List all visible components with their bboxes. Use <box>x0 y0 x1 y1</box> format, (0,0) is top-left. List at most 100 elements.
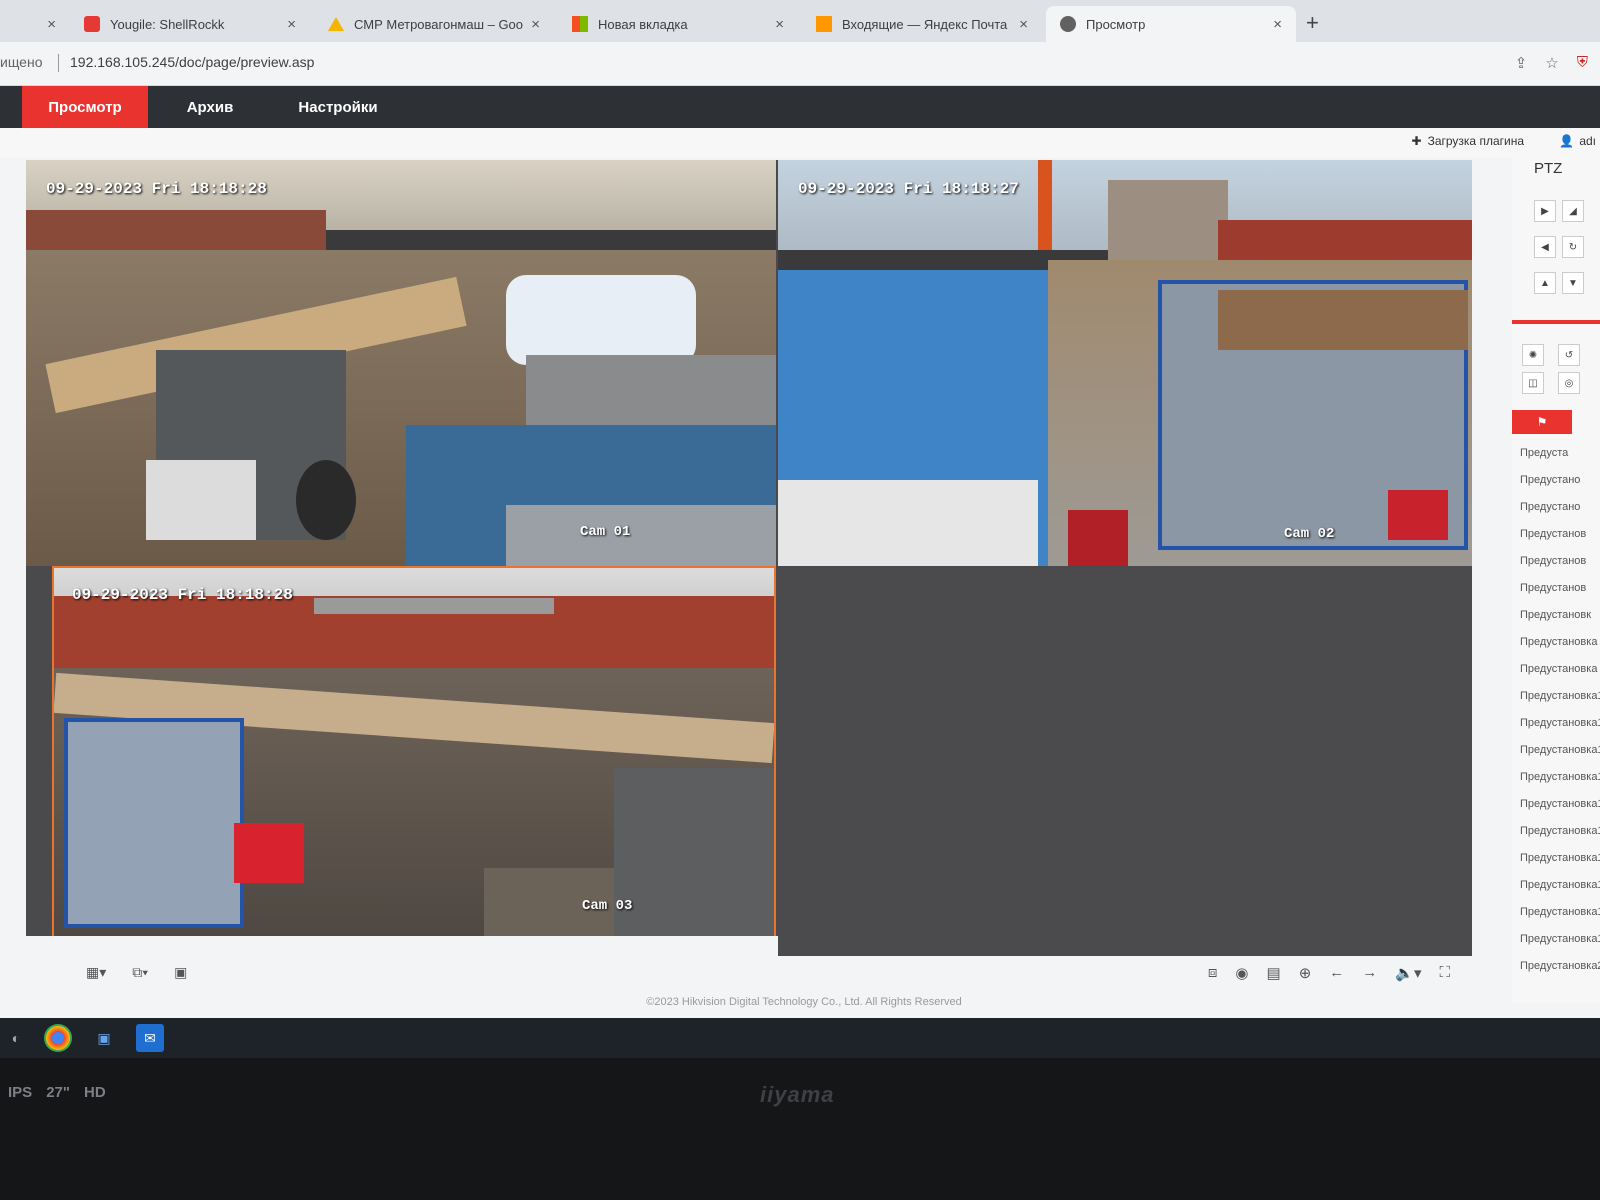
preset-item[interactable]: Предустановка13 <box>1512 764 1600 790</box>
preset-item[interactable]: Предустановка16 <box>1512 845 1600 871</box>
ptz-right-icon[interactable]: ▶ <box>1534 200 1556 222</box>
white-cabin-wall <box>778 480 1038 566</box>
tab-new[interactable]: Новая вкладка × <box>558 6 798 42</box>
ptz-wiper-icon[interactable]: ↺ <box>1558 344 1580 366</box>
stop-all-icon[interactable]: ⧈ <box>1208 964 1218 982</box>
camera-pane-2[interactable]: 09-29-2023 Fri 18:18:27 Cam 02 <box>778 160 1472 566</box>
ptz-up-right-icon[interactable]: ◢ <box>1562 200 1584 222</box>
tab-close-icon[interactable]: × <box>1273 16 1282 33</box>
preset-item[interactable]: Предустановка18 <box>1512 899 1600 925</box>
tab-preview[interactable]: Просмотр × <box>1046 6 1296 42</box>
tab-close-icon[interactable]: × <box>775 16 784 33</box>
yougile-icon <box>84 16 100 32</box>
zoom-icon[interactable]: ⊕ <box>1299 964 1312 982</box>
prev-page-icon[interactable]: ← <box>1329 964 1344 982</box>
ptz-iris-icon[interactable]: ◎ <box>1558 372 1580 394</box>
preset-item[interactable]: Предустановка14 <box>1512 791 1600 817</box>
ptz-focus-icon[interactable]: ◫ <box>1522 372 1544 394</box>
preset-item[interactable]: Предустанов <box>1512 548 1600 574</box>
camera-pane-3[interactable]: 09-29-2023 Fri 18:18:28 Cam 03 <box>52 566 776 938</box>
bookmark-star-icon[interactable]: ☆ <box>1545 54 1558 72</box>
preset-item[interactable]: Предустановка19 <box>1512 926 1600 952</box>
ptz-title: PTZ <box>1534 160 1563 177</box>
tab-close-icon[interactable]: × <box>1019 16 1028 33</box>
preset-tab-flag-icon[interactable]: ⚑ <box>1512 410 1572 434</box>
layout-grid-icon[interactable]: ▦▾ <box>86 964 106 981</box>
record-icon[interactable]: ▤ <box>1267 964 1281 982</box>
preset-item[interactable]: Предустановка15 <box>1512 818 1600 844</box>
tab-google-drive[interactable]: СМР Метровагонмаш – Google × <box>314 6 554 42</box>
ptz-rotate-icon[interactable]: ↻ <box>1562 236 1584 258</box>
window-split-icon[interactable]: ⧉▾ <box>132 964 148 981</box>
red-fire-box <box>234 823 304 883</box>
sub-header: ✚ Загрузка плагина 👤 adı <box>0 128 1600 158</box>
spec-size: 27" <box>46 1084 70 1101</box>
preset-item[interactable]: Предуста <box>1512 440 1600 466</box>
empty-camera-pane[interactable] <box>778 568 1472 956</box>
tab-close-icon[interactable]: × <box>531 16 540 33</box>
preset-item[interactable]: Предустановка1 <box>1512 710 1600 736</box>
ptz-left-icon[interactable]: ◀ <box>1534 236 1556 258</box>
app-navigation: Просмотр Архив Настройки <box>0 86 1600 128</box>
volume-icon[interactable]: 🔈▾ <box>1395 964 1421 982</box>
ptz-light-icon[interactable]: ✺ <box>1522 344 1544 366</box>
outlook-icon[interactable]: ✉ <box>136 1024 164 1052</box>
preset-item[interactable]: Предустанов <box>1512 521 1600 547</box>
shield-extension-icon[interactable]: ⛨ <box>1577 54 1588 72</box>
user-menu[interactable]: 👤 adı <box>1559 134 1596 148</box>
preset-item[interactable]: Предустановка12 <box>1512 737 1600 763</box>
preset-item[interactable]: Предустановка1 <box>1512 683 1600 709</box>
ptz-up-icon[interactable]: ▲ <box>1534 272 1556 294</box>
camera-icon <box>1060 16 1076 32</box>
loader <box>614 768 774 936</box>
start-icon[interactable]: ◐ <box>2 1024 30 1052</box>
next-page-icon[interactable]: → <box>1362 964 1377 982</box>
tab-yandex-mail[interactable]: Входящие — Яндекс Почта × <box>802 6 1042 42</box>
tab-previous[interactable]: × <box>0 6 70 42</box>
preset-item[interactable]: Предустановка <box>1512 656 1600 682</box>
monitor-bezel: IPS 27" HD iiyama <box>0 1058 1600 1200</box>
taskbar: ◐ ▣ ✉ <box>0 1018 1600 1058</box>
nav-archive[interactable]: Архив <box>170 86 250 128</box>
preset-item[interactable]: Предустановка <box>1512 629 1600 655</box>
security-indicator[interactable]: ищено <box>0 54 43 70</box>
new-tab-button[interactable]: + <box>1306 10 1319 36</box>
ptz-speed-slider[interactable] <box>1512 320 1600 324</box>
tab-close-icon[interactable]: × <box>287 16 296 33</box>
app-icon[interactable]: ▣ <box>90 1024 118 1052</box>
share-icon[interactable]: ⇪ <box>1515 54 1528 72</box>
tab-yougile[interactable]: Yougile: ShellRockk × <box>70 6 310 42</box>
tab-title: Просмотр <box>1086 16 1146 32</box>
chrome-icon[interactable] <box>44 1024 72 1052</box>
google-drive-icon <box>328 17 344 31</box>
address-bar[interactable]: ищено 192.168.105.245/doc/page/preview.a… <box>0 42 1600 86</box>
preset-item[interactable]: Предустанов <box>1512 575 1600 601</box>
ptz-down-icon[interactable]: ▼ <box>1562 272 1584 294</box>
tab-title: Yougile: ShellRockk <box>110 16 225 32</box>
preset-item[interactable]: Предустановка17 <box>1512 872 1600 898</box>
tab-title: Входящие — Яндекс Почта <box>842 16 1008 32</box>
camera-pane-1[interactable]: 09-29-2023 Fri 18:18:28 Cam 01 <box>26 160 776 566</box>
fullscreen-icon[interactable]: ⛶ <box>1439 964 1450 982</box>
nav-settings[interactable]: Настройки <box>288 86 388 128</box>
nav-preview[interactable]: Просмотр <box>22 86 148 128</box>
plugin-download-link[interactable]: ✚ Загрузка плагина <box>1412 134 1524 148</box>
video-grid: 09-29-2023 Fri 18:18:28 Cam 01 09-29-202… <box>26 160 1472 956</box>
tab-close-icon[interactable]: × <box>47 16 56 33</box>
demolished-building <box>1108 180 1228 270</box>
camera-label: Cam 02 <box>1284 526 1335 542</box>
spec-panel: IPS <box>8 1084 33 1101</box>
url-text[interactable]: 192.168.105.245/doc/page/preview.asp <box>70 54 314 70</box>
preset-item[interactable]: Предустановка20 <box>1512 953 1600 979</box>
puzzle-icon: ✚ <box>1411 134 1422 148</box>
preset-item[interactable]: Предустано <box>1512 494 1600 520</box>
preset-item[interactable]: Предустано <box>1512 467 1600 493</box>
mail-icon <box>816 16 832 32</box>
tab-title: Новая вкладка <box>598 16 688 32</box>
plugin-label: Загрузка плагина <box>1427 134 1524 148</box>
preset-item[interactable]: Предустановк <box>1512 602 1600 628</box>
stream-icon[interactable]: ▣ <box>174 964 187 981</box>
tab-title: СМР Метровагонмаш – Google <box>354 16 524 32</box>
snapshot-icon[interactable]: ◉ <box>1235 964 1248 982</box>
camera-label: Cam 03 <box>582 898 633 914</box>
